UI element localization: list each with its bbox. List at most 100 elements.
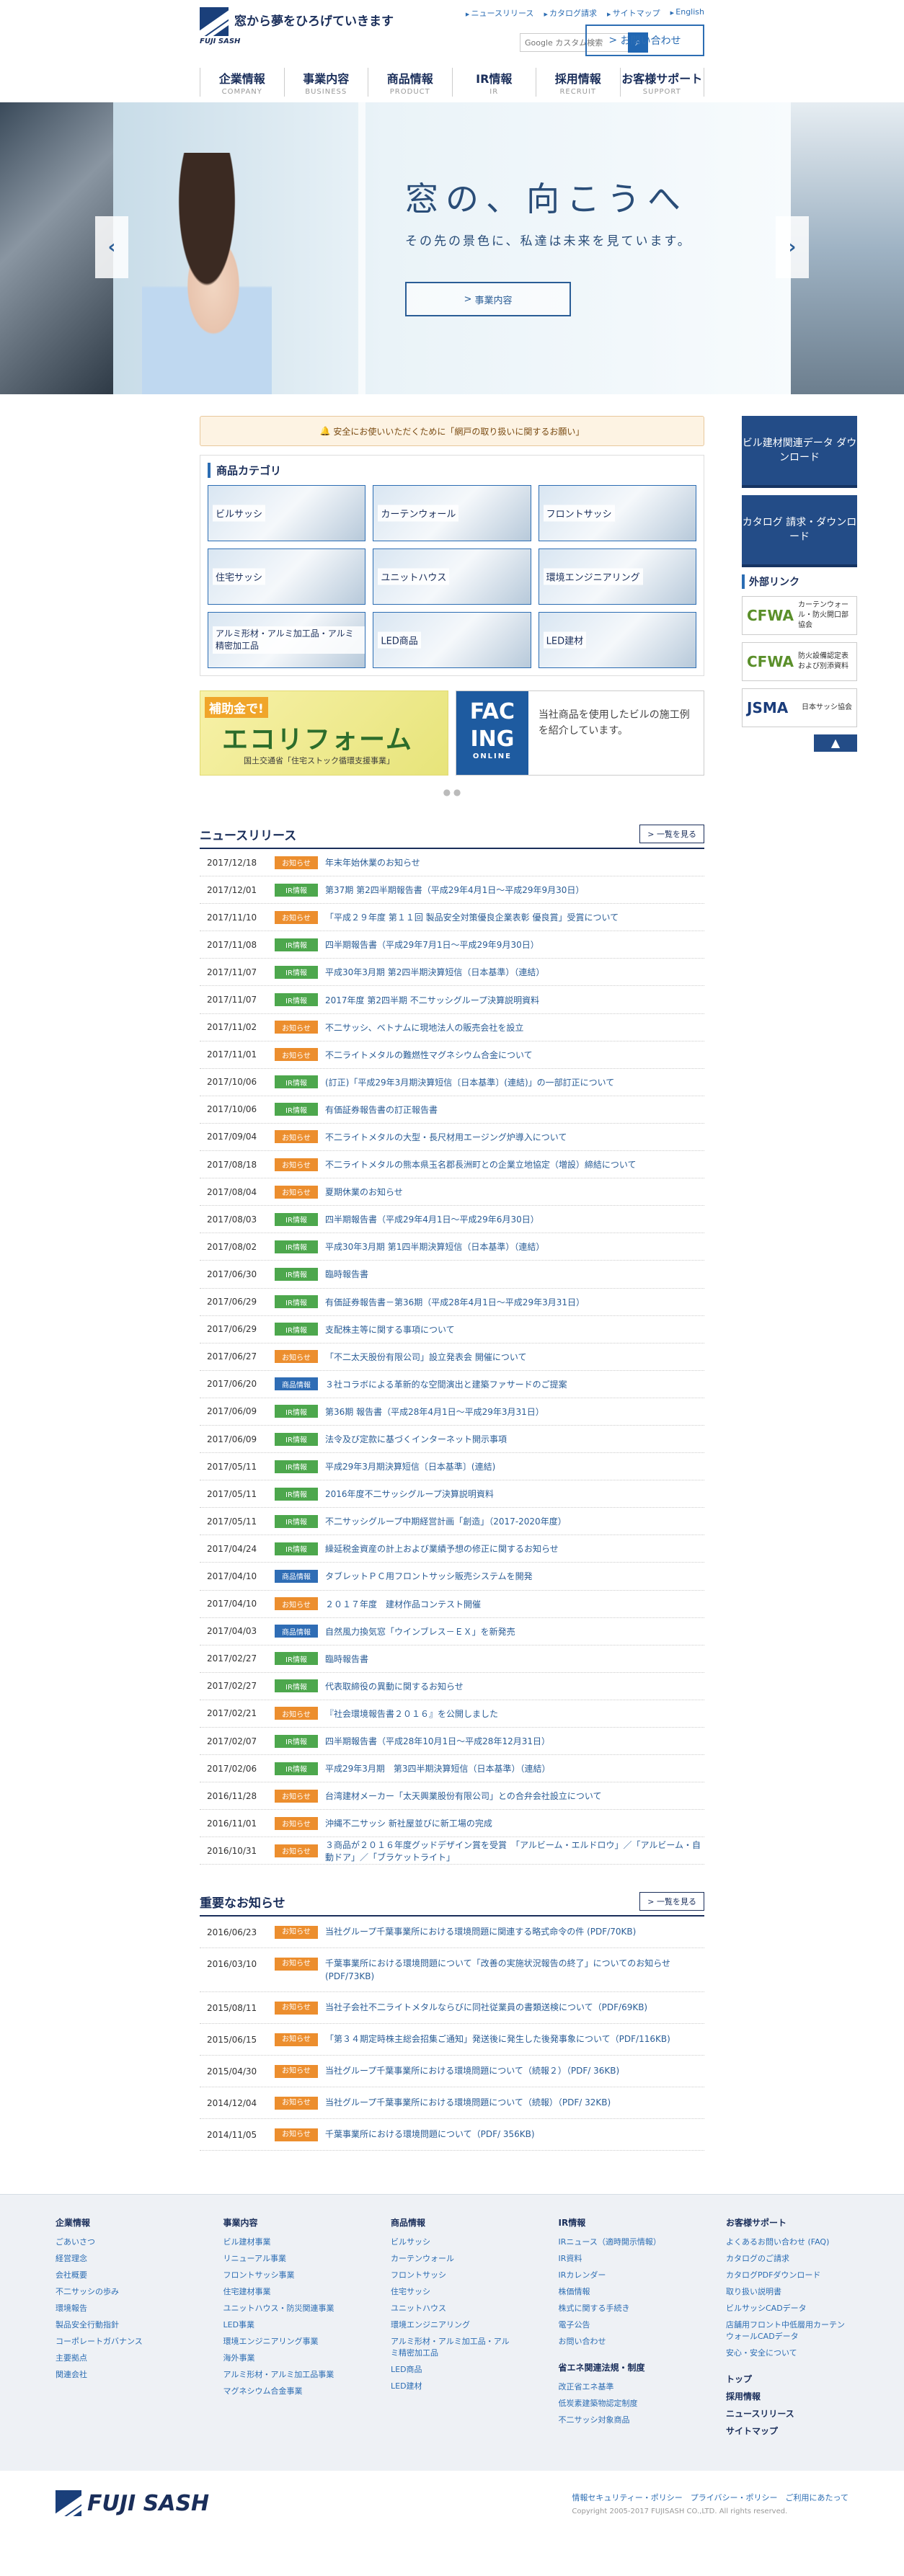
news-item[interactable]: 2017/10/06 IR情報 (訂正)「平成29年3月期決算短信〔日本基準〕(連結… xyxy=(200,1069,704,1096)
nav-company[interactable]: 企業情報 COMPANY xyxy=(200,68,284,97)
news-item[interactable]: 2017/08/03 IR情報 四半期報告書（平成29年4月1日～平成29年6月30… xyxy=(200,1206,704,1234)
footer-link[interactable]: 環境エンジニアリング事業 xyxy=(223,2335,346,2347)
news-title[interactable]: 不二ライトメタルの大型・長尺材用エージング炉導入について xyxy=(325,1131,704,1143)
nav-recruit[interactable]: 採用情報 RECRUIT xyxy=(536,68,620,97)
news-title[interactable]: 夏期休業のお知らせ xyxy=(325,1186,704,1198)
news-item[interactable]: 2017/11/10 お知らせ 「平成２９年度 第１１回 製品安全対策優良企業表彰 … xyxy=(200,904,704,932)
footer-link[interactable]: アルミ形材・アルミ加工品事業 xyxy=(223,2368,346,2380)
important-item[interactable]: 2016/03/10 お知らせ 千葉事業所における環境問題について「改善の実施状況報… xyxy=(200,1948,704,1993)
news-item[interactable]: 2017/06/29 IR情報 支配株主等に関する事項について xyxy=(200,1316,704,1343)
news-title[interactable]: 有価証券報告書－第36期（平成28年4月1日～平成29年3月31日） xyxy=(325,1296,704,1308)
news-title[interactable]: 年末年始休業のお知らせ xyxy=(325,856,704,869)
important-item[interactable]: 2015/08/11 お知らせ 当社子会社不二ライトメタルならびに同社従業員の書類送… xyxy=(200,1992,704,2025)
news-title[interactable]: タブレットＰＣ用フロントサッシ販売システムを開発 xyxy=(325,1570,704,1582)
slider-prev-button[interactable]: ‹ xyxy=(95,216,128,278)
nav-product[interactable]: 商品情報 PRODUCT xyxy=(368,68,452,97)
util-link-news[interactable]: ニュースリリース xyxy=(466,7,534,19)
news-title[interactable]: 第36期 報告書（平成28年4月1日～平成29年3月31日） xyxy=(325,1405,704,1418)
news-title[interactable]: 不二ライトメタルの熊本県玉名郡長洲町との企業立地協定（増設）締結について xyxy=(325,1158,704,1171)
news-item[interactable]: 2017/12/01 IR情報 第37期 第2四半期報告書（平成29年4月1日～平成… xyxy=(200,876,704,905)
footer-link[interactable]: アルミ形材・アルミ加工品・アルミ精密加工品 xyxy=(391,2335,513,2358)
news-item[interactable]: 2016/11/01 お知らせ 沖縄不二サッシ 新社屋並びに新工場の完成 xyxy=(200,1810,704,1838)
footer-link[interactable]: 環境エンジニアリング xyxy=(391,2319,513,2330)
site-logo[interactable]: 窓から夢をひろげていきます xyxy=(200,7,394,36)
footer-link[interactable]: ビル建材事業 xyxy=(223,2236,346,2247)
footer-link[interactable]: LED商品 xyxy=(391,2363,513,2375)
footer-link[interactable]: 会社概要 xyxy=(56,2269,178,2280)
news-title[interactable]: 平成29年3月期決算短信〔日本基準〕(連結) xyxy=(325,1460,704,1473)
news-item[interactable]: 2017/05/11 IR情報 平成29年3月期決算短信〔日本基準〕(連結) xyxy=(200,1453,704,1481)
footer-link[interactable]: 店舗用フロント中低層用カーテンウォールCADデータ xyxy=(726,2319,848,2342)
footer-column-title[interactable]: お客様サポート xyxy=(726,2216,848,2229)
util-link-catalog[interactable]: カタログ請求 xyxy=(544,7,597,19)
news-item[interactable]: 2017/02/27 IR情報 臨時報告書 xyxy=(200,1645,704,1673)
news-item[interactable]: 2017/04/10 商品情報 タブレットＰＣ用フロントサッシ販売システムを開発 xyxy=(200,1563,704,1591)
category-led-materials[interactable]: LED建材 xyxy=(538,612,696,668)
news-title[interactable]: 2016年度不二サッシグループ決算説明資料 xyxy=(325,1488,704,1500)
important-title[interactable]: 当社グループ千葉事業所における環境問題について（続報）（PDF/ 32KB) xyxy=(325,2096,704,2109)
news-item[interactable]: 2017/02/27 IR情報 代表取締役の異動に関するお知らせ xyxy=(200,1673,704,1700)
footer-link[interactable]: よくあるお問い合わせ (FAQ) xyxy=(726,2236,848,2247)
news-item[interactable]: 2017/08/18 お知らせ 不二ライトメタルの熊本県玉名郡長洲町との企業立地協定… xyxy=(200,1151,704,1179)
footer-link[interactable]: ユニットハウス・防災関連事業 xyxy=(223,2302,346,2314)
news-item[interactable]: 2017/04/03 商品情報 自然風力換気窓「ウインブレス－ＥＸ」を新発売 xyxy=(200,1618,704,1645)
news-title[interactable]: ３社コラボによる革新的な空間演出と建築ファサードのご提案 xyxy=(325,1378,704,1390)
footer-link[interactable]: ビルサッシCADデータ xyxy=(726,2302,848,2314)
news-title[interactable]: 四半期報告書（平成29年4月1日～平成29年6月30日） xyxy=(325,1213,704,1225)
slider-next-button[interactable]: › xyxy=(776,216,809,278)
footer-column-title[interactable]: 事業内容 xyxy=(223,2216,346,2229)
footer-link[interactable]: お問い合わせ xyxy=(559,2335,681,2347)
footer-link[interactable]: 経営理念 xyxy=(56,2252,178,2264)
news-item[interactable]: 2017/05/11 IR情報 不二サッシグループ中期経営計画「創造」（2017-2… xyxy=(200,1508,704,1536)
news-item[interactable]: 2017/11/01 お知らせ 不二ライトメタルの難燃性マグネシウム合金について xyxy=(200,1041,704,1069)
news-title[interactable]: ２０１７年度 建材作品コンテスト開催 xyxy=(325,1598,704,1610)
important-item[interactable]: 2016/06/23 お知らせ 当社グループ千葉事業所における環境問題に関連する略式… xyxy=(200,1917,704,1949)
news-title[interactable]: 沖縄不二サッシ 新社屋並びに新工場の完成 xyxy=(325,1817,704,1829)
news-item[interactable]: 2017/02/06 IR情報 平成29年3月期 第3四半期決算短信（日本基準）（連… xyxy=(200,1755,704,1783)
news-item[interactable]: 2017/02/21 お知らせ 『社会環境報告書２０１６』を公開しました xyxy=(200,1700,704,1728)
news-item[interactable]: 2017/06/20 商品情報 ３社コラボによる革新的な空間演出と建築ファサードのご… xyxy=(200,1371,704,1398)
category-aluminium[interactable]: アルミ形材・アルミ加工品・アルミ精密加工品 xyxy=(208,612,366,668)
footer-link[interactable]: ビルサッシ xyxy=(391,2236,513,2247)
news-item[interactable]: 2016/11/28 お知らせ 台湾建材メーカー「太天興業股份有限公司」との合弁会社… xyxy=(200,1782,704,1811)
news-item[interactable]: 2016/10/31 お知らせ ３商品が２０１６年度グッドデザイン賞を受賞 「アルビ… xyxy=(200,1837,704,1865)
category-curtain-wall[interactable]: カーテンウォール xyxy=(373,485,531,541)
category-housing-sash[interactable]: 住宅サッシ xyxy=(208,548,366,605)
footer-link[interactable]: カタログのご請求 xyxy=(726,2252,848,2264)
eco-reform-banner[interactable]: 補助金で! エコリフォーム 国土交通省「住宅ストック循環支援事業」 xyxy=(200,690,448,776)
external-link-cfwa-cert[interactable]: CFWA 防火設備認定表および別添資料 xyxy=(742,642,857,681)
download-data-button[interactable]: ビル建材関連データ ダウンロード xyxy=(742,416,857,488)
footer-link[interactable]: ごあいさつ xyxy=(56,2236,178,2247)
footer-link[interactable]: 住宅建材事業 xyxy=(223,2286,346,2297)
news-item[interactable]: 2017/11/08 IR情報 四半期報告書（平成29年7月1日～平成29年9月30… xyxy=(200,931,704,959)
safety-notice[interactable]: 🔔 安全にお使いいただくために「網戸の取り扱いに関するお願い」 xyxy=(200,416,704,446)
category-front-sash[interactable]: フロントサッシ xyxy=(538,485,696,541)
news-item[interactable]: 2017/10/06 IR情報 有価証券報告書の訂正報告書 xyxy=(200,1096,704,1124)
category-led-products[interactable]: LED商品 xyxy=(373,612,531,668)
footer-column-title[interactable]: 商品情報 xyxy=(391,2216,513,2229)
footer-link[interactable]: 取り扱い説明書 xyxy=(726,2286,848,2297)
news-title[interactable]: 自然風力換気窓「ウインブレス－ＥＸ」を新発売 xyxy=(325,1625,704,1638)
important-item[interactable]: 2015/06/15 お知らせ 「第３４期定時株主総会招集ご通知」発送後に発生した後… xyxy=(200,2024,704,2056)
external-link-cfwa[interactable]: CFWA カーテンウォール・防火開口部協会 xyxy=(742,596,857,635)
news-item[interactable]: 2017/08/04 お知らせ 夏期休業のお知らせ xyxy=(200,1178,704,1207)
footer-link[interactable]: カタログPDFダウンロード xyxy=(726,2269,848,2280)
footer-link[interactable]: 製品安全行動指針 xyxy=(56,2319,178,2330)
news-title[interactable]: 平成30年3月期 第1四半期決算短信（日本基準）（連結） xyxy=(325,1240,704,1253)
news-title[interactable]: 『社会環境報告書２０１６』を公開しました xyxy=(325,1707,704,1720)
news-title[interactable]: 「平成２９年度 第１１回 製品安全対策優良企業表彰 優良賞」受賞について xyxy=(325,911,704,923)
footer-column-title[interactable]: 企業情報 xyxy=(56,2216,178,2229)
news-item[interactable]: 2017/04/24 IR情報 繰延税金資産の計上および業績予想の修正に関するお知ら… xyxy=(200,1535,704,1563)
news-item[interactable]: 2017/11/07 IR情報 2017年度 第2四半期 不二サッシグループ決算説明… xyxy=(200,986,704,1014)
footer-sublink[interactable]: ニュースリリース xyxy=(726,2407,848,2420)
footer-link[interactable]: ユニットハウス xyxy=(391,2302,513,2314)
important-title[interactable]: 千葉事業所における環境問題について（PDF/ 356KB) xyxy=(325,2128,704,2141)
footer-link[interactable]: 株式に関する手続き xyxy=(559,2302,681,2314)
util-link-english[interactable]: English xyxy=(670,7,704,19)
footer-link[interactable]: コーポレートガバナンス xyxy=(56,2335,178,2347)
footer-link[interactable]: 株価情報 xyxy=(559,2286,681,2297)
footer-link[interactable]: 主要拠点 xyxy=(56,2352,178,2363)
footer-sublink[interactable]: 採用情報 xyxy=(726,2390,848,2402)
news-item[interactable]: 2017/09/04 お知らせ 不二ライトメタルの大型・長尺材用エージング炉導入につ… xyxy=(200,1124,704,1152)
nav-business[interactable]: 事業内容 BUSINESS xyxy=(283,68,368,97)
